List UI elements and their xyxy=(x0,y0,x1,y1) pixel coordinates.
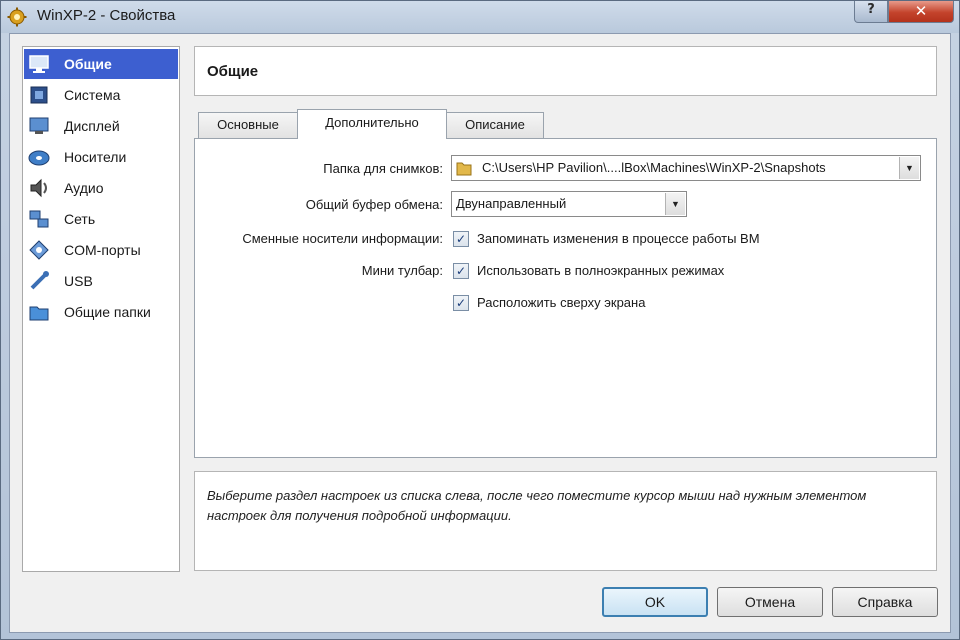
cancel-button[interactable]: Отмена xyxy=(717,587,823,617)
properties-window: WinXP-2 - Свойства ? ✕ Общие Система Дис… xyxy=(0,0,960,640)
tab-description[interactable]: Описание xyxy=(446,112,544,138)
title-bar[interactable]: WinXP-2 - Свойства ? ✕ xyxy=(1,1,959,33)
dialog-client-area: Общие Система Дисплей Носители Аудио Сет… xyxy=(9,33,951,633)
mini-toolbar-fullscreen-label[interactable]: Использовать в полноэкранных режимах xyxy=(477,263,724,278)
virtualbox-gear-icon xyxy=(7,7,27,27)
sidebar-item-com-ports[interactable]: COM-порты xyxy=(24,235,178,265)
help-info-box: Выберите раздел настроек из списка слева… xyxy=(194,471,937,571)
sidebar-item-general[interactable]: Общие xyxy=(24,49,178,79)
help-caption-button[interactable]: ? xyxy=(854,1,888,23)
remember-media-changes-label[interactable]: Запоминать изменения в процессе работы В… xyxy=(477,231,760,246)
advanced-tab-panel: Папка для снимков: C:\Users\HP Pavilion\… xyxy=(194,138,937,458)
sidebar-item-system[interactable]: Система xyxy=(24,80,178,110)
network-icon xyxy=(29,210,49,228)
sidebar-item-label: Сеть xyxy=(64,211,96,227)
sidebar-item-shared-folders[interactable]: Общие папки xyxy=(24,297,178,327)
sidebar-item-usb[interactable]: USB xyxy=(24,266,178,296)
sidebar-item-label: Общие папки xyxy=(64,304,151,320)
clipboard-label: Общий буфер обмена: xyxy=(305,197,443,212)
system-chip-icon xyxy=(30,86,48,104)
sidebar-item-label: USB xyxy=(64,273,93,289)
sidebar-item-label: Аудио xyxy=(64,180,104,196)
close-button[interactable]: ✕ xyxy=(888,1,954,23)
snapshot-folder-label: Папка для снимков: xyxy=(323,161,443,176)
mini-toolbar-fullscreen-checkbox[interactable]: ✓ xyxy=(453,263,469,279)
usb-icon xyxy=(30,271,49,290)
sidebar-item-display[interactable]: Дисплей xyxy=(24,111,178,141)
removable-media-label: Сменные носители информации: xyxy=(242,231,443,246)
tab-advanced[interactable]: Дополнительно xyxy=(297,109,447,139)
display-icon xyxy=(29,117,49,134)
mini-toolbar-top-label[interactable]: Расположить сверху экрана xyxy=(477,295,645,310)
clipboard-value: Двунаправленный xyxy=(456,196,567,211)
page-title: Общие xyxy=(207,63,259,80)
snapshot-folder-select[interactable]: C:\Users\HP Pavilion\....lBox\Machines\W… xyxy=(451,155,921,181)
sidebar-item-audio[interactable]: Аудио xyxy=(24,173,178,203)
help-button[interactable]: Справка xyxy=(832,587,938,617)
sidebar-item-label: Общие xyxy=(64,56,112,72)
page-header: Общие xyxy=(194,46,937,96)
folder-icon xyxy=(456,162,472,176)
snapshot-folder-value: C:\Users\HP Pavilion\....lBox\Machines\W… xyxy=(482,160,826,175)
settings-category-list[interactable]: Общие Система Дисплей Носители Аудио Сет… xyxy=(22,46,180,572)
com-port-icon xyxy=(29,240,49,260)
info-text: Выберите раздел настроек из списка слева… xyxy=(207,488,867,523)
sidebar-item-storage[interactable]: Носители xyxy=(24,142,178,172)
sidebar-item-label: Система xyxy=(64,87,121,103)
chevron-down-icon[interactable]: ▼ xyxy=(899,157,919,179)
mini-toolbar-label: Мини тулбар: xyxy=(361,263,443,278)
ok-button[interactable]: OK xyxy=(602,587,708,617)
sidebar-item-label: COM-порты xyxy=(64,242,141,258)
sidebar-item-network[interactable]: Сеть xyxy=(24,204,178,234)
mini-toolbar-top-checkbox[interactable]: ✓ xyxy=(453,295,469,311)
general-monitor-icon xyxy=(29,55,49,73)
clipboard-mode-select[interactable]: Двунаправленный ▼ xyxy=(451,191,687,217)
chevron-down-icon[interactable]: ▼ xyxy=(665,193,685,215)
sidebar-item-label: Носители xyxy=(64,149,127,165)
shared-folder-icon xyxy=(29,306,49,321)
remember-media-changes-checkbox[interactable]: ✓ xyxy=(453,231,469,247)
window-title: WinXP-2 - Свойства xyxy=(37,7,176,24)
storage-disc-icon xyxy=(28,150,50,166)
tab-basic[interactable]: Основные xyxy=(198,112,298,138)
audio-speaker-icon xyxy=(30,178,47,198)
sidebar-item-label: Дисплей xyxy=(64,118,120,134)
